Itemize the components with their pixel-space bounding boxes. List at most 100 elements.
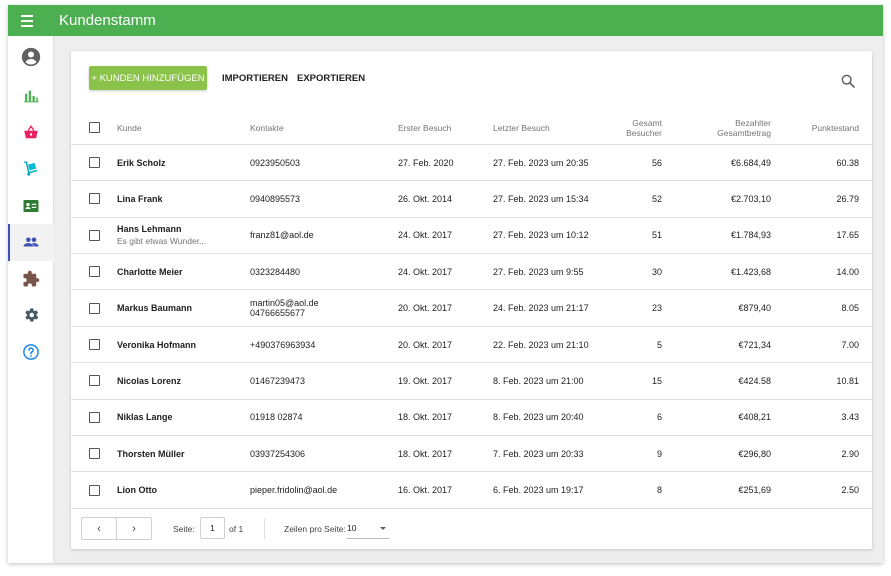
- total-paid-cell: €296,80: [738, 448, 771, 459]
- row-checkbox[interactable]: [89, 193, 100, 205]
- total-visits-cell: 23: [651, 303, 662, 314]
- contact-secondary: 04766655677: [250, 308, 306, 319]
- rows-per-page-select[interactable]: 10: [347, 517, 389, 539]
- customer-name-cell[interactable]: Charlotte Meier: [117, 254, 183, 289]
- header-total-paid[interactable]: Bezahlter Gesamtbetrag: [696, 111, 771, 144]
- pager-buttons: ‹ ›: [81, 517, 152, 540]
- first-visit-cell: 18. Okt. 2017: [398, 412, 453, 423]
- sidebar-item-customers[interactable]: [8, 224, 54, 261]
- puzzle-icon: [23, 270, 40, 287]
- customer-name: Lina Frank: [117, 194, 163, 205]
- contact-primary: 01918 02874: [250, 412, 303, 423]
- first-visit-cell: 20. Okt. 2017: [398, 339, 453, 350]
- header-total-visits[interactable]: Gesamt Besucher: [606, 111, 662, 144]
- total-paid-cell: €424.58: [738, 376, 771, 387]
- total-paid-cell: €251,69: [738, 485, 771, 496]
- contact-cell: 01918 02874: [250, 400, 303, 435]
- contact-cell: 0323284480: [250, 254, 300, 289]
- total-paid-cell: €721,34: [738, 339, 771, 350]
- table-row[interactable]: Nicolas Lorenz 01467239473 19. Okt. 2017 8.…: [71, 363, 872, 400]
- row-checkbox[interactable]: [89, 302, 100, 314]
- page-count: of 1: [229, 523, 244, 534]
- add-customer-button[interactable]: + KUNDEN HINZUFÜGEN: [89, 66, 207, 90]
- search-icon[interactable]: [840, 73, 856, 89]
- sidebar-item-account[interactable]: [8, 36, 54, 78]
- table-row[interactable]: Veronika Hofmann +490376963934 20. Okt. 20…: [71, 327, 872, 364]
- total-paid-cell: €1.784,93: [730, 230, 771, 241]
- contact-cell: pieper.fridolin@aol.de: [250, 473, 337, 508]
- previous-page-button[interactable]: ‹: [82, 518, 117, 539]
- sidebar: [8, 36, 54, 563]
- customer-name-cell[interactable]: Hans Lehmann Es gibt etwas Wunder...: [117, 218, 206, 253]
- table-row[interactable]: Lion Otto pieper.fridolin@aol.de 16. Okt. …: [71, 473, 872, 509]
- sidebar-item-statistics[interactable]: [8, 78, 54, 115]
- export-button[interactable]: EXPORTIEREN: [297, 66, 365, 90]
- table-row[interactable]: Markus Baumann martin05@aol.de 04766655677…: [71, 291, 872, 327]
- table-row[interactable]: Erik Scholz 0923950503 27. Feb. 2020 27. Fe…: [71, 145, 872, 182]
- customer-name-cell[interactable]: Markus Baumann: [117, 291, 192, 326]
- row-checkbox[interactable]: [89, 229, 100, 241]
- contact-primary: 0940895573: [250, 194, 301, 205]
- row-checkbox[interactable]: [89, 411, 100, 423]
- contact-primary: pieper.fridolin@aol.de: [250, 485, 338, 496]
- points-cell: 8.05: [841, 303, 859, 314]
- customer-name-cell[interactable]: Thorsten Müller: [117, 436, 185, 471]
- first-visit-cell: 20. Okt. 2017: [398, 303, 453, 314]
- customer-name-cell[interactable]: Lina Frank: [117, 181, 163, 216]
- table-row[interactable]: Thorsten Müller 03937254306 18. Okt. 2017 7…: [71, 436, 872, 473]
- row-checkbox[interactable]: [89, 484, 100, 496]
- header-first-visit[interactable]: Erster Besuch: [398, 111, 451, 144]
- row-checkbox[interactable]: [89, 339, 100, 350]
- customer-name-cell[interactable]: Veronika Hofmann: [117, 327, 196, 362]
- points-cell: 2.90: [841, 448, 859, 459]
- table-row[interactable]: Niklas Lange 01918 02874 18. Okt. 2017 8. F…: [71, 400, 872, 437]
- header-total-paid-line2: Gesamtbetrag: [717, 127, 771, 138]
- sidebar-item-contacts[interactable]: [8, 188, 54, 225]
- contact-primary: 03937254306: [250, 448, 306, 459]
- import-button[interactable]: IMPORTIEREN: [222, 66, 288, 90]
- points-cell: 10.81: [836, 376, 859, 387]
- customer-name-cell[interactable]: Niklas Lange: [117, 400, 173, 435]
- customer-name: Nicolas Lorenz: [117, 376, 182, 387]
- table-row[interactable]: Lina Frank 0940895573 26. Okt. 2014 27. Feb…: [71, 181, 872, 218]
- next-page-button[interactable]: ›: [117, 518, 151, 539]
- customer-name: Erik Scholz: [117, 157, 166, 168]
- header-last-visit[interactable]: Letzter Besuch: [493, 111, 550, 144]
- first-visit-cell: 19. Okt. 2017: [398, 376, 453, 387]
- sidebar-item-settings[interactable]: [8, 297, 54, 334]
- header-customer[interactable]: Kunde: [117, 111, 142, 144]
- header-contacts[interactable]: Kontakte: [250, 111, 284, 144]
- contact-cell: martin05@aol.de 04766655677: [250, 291, 319, 326]
- customer-name: Veronika Hofmann: [117, 339, 197, 350]
- sidebar-item-delivery[interactable]: [8, 151, 54, 188]
- hamburger-menu-icon[interactable]: [12, 5, 42, 36]
- row-checkbox[interactable]: [89, 375, 100, 387]
- last-visit-cell: 27. Feb. 2023 um 9:55: [493, 266, 584, 277]
- row-checkbox[interactable]: [89, 448, 100, 460]
- contact-cell: 01467239473: [250, 363, 305, 398]
- total-visits-cell: 9: [656, 448, 662, 459]
- customer-name-cell[interactable]: Lion Otto: [117, 473, 157, 508]
- help-icon: [23, 343, 39, 360]
- points-cell: 60.38: [836, 157, 859, 168]
- customer-name-cell[interactable]: Nicolas Lorenz: [117, 363, 181, 398]
- contact-cell: +490376963934: [250, 327, 315, 362]
- header-total-visits-line1: Gesamt: [632, 117, 662, 128]
- customer-name-cell[interactable]: Erik Scholz: [117, 145, 166, 180]
- row-checkbox[interactable]: [89, 266, 100, 278]
- page-number-input[interactable]: 1: [200, 517, 225, 539]
- header-points[interactable]: Punktestand: [781, 111, 859, 144]
- table-row[interactable]: Charlotte Meier 0323284480 24. Okt. 2017 27…: [71, 254, 872, 291]
- sidebar-item-help[interactable]: [8, 334, 54, 371]
- app-window: Kundenstamm + KUNDEN HINZUFÜGEN IMPORTIE…: [8, 5, 883, 563]
- total-visits-cell: 30: [651, 266, 662, 277]
- shopping-basket-icon: [24, 124, 38, 138]
- total-visits-cell: 5: [656, 339, 662, 350]
- select-all-checkbox[interactable]: [89, 122, 100, 133]
- row-checkbox[interactable]: [89, 157, 100, 168]
- table-row[interactable]: Hans Lehmann Es gibt etwas Wunder... franz…: [71, 218, 872, 255]
- sidebar-item-sales[interactable]: [8, 115, 54, 152]
- sidebar-item-extensions[interactable]: [8, 261, 54, 298]
- last-visit-cell: 22. Feb. 2023 um 21:10: [493, 339, 589, 350]
- header-total-paid-line1: Bezahlter: [735, 117, 771, 128]
